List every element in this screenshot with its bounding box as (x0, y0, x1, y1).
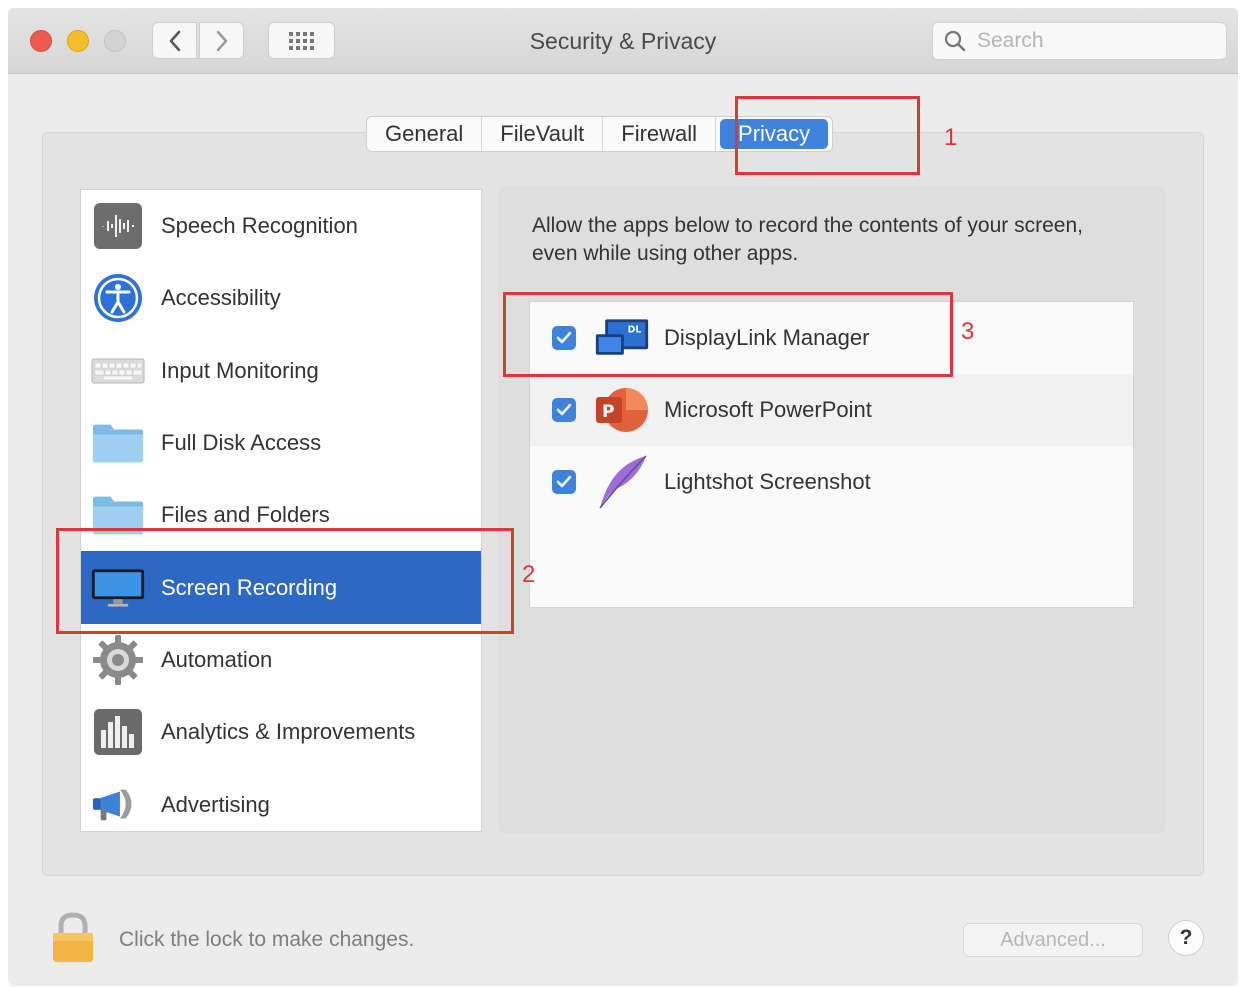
annotation-number-3: 3 (961, 318, 975, 345)
title-bar: Security & Privacy Search (8, 8, 1238, 74)
folder-icon (91, 416, 145, 470)
analytics-icon (91, 705, 145, 759)
tab-general[interactable]: General (367, 117, 483, 151)
annotation-box-privacy-tab (735, 96, 920, 175)
svg-text:P: P (602, 402, 614, 422)
search-placeholder: Search (977, 29, 1044, 52)
annotation-number-1: 1 (944, 124, 958, 151)
checkmark-icon (556, 475, 572, 488)
app-row-lightshot[interactable]: Lightshot Screenshot (530, 446, 1133, 518)
search-field[interactable]: Search (932, 22, 1227, 60)
lock-icon (53, 912, 93, 962)
sidebar-item-label: Advertising (161, 791, 270, 817)
sidebar-item-label: Files and Folders (161, 502, 330, 528)
accessibility-icon (91, 271, 145, 325)
sidebar-item-input-monitoring[interactable]: Input Monitoring (81, 335, 481, 407)
tab-firewall[interactable]: Firewall (603, 117, 717, 151)
security-privacy-window: Security & Privacy Search General FileVa… (8, 8, 1238, 986)
sidebar-item-accessibility[interactable]: Accessibility (81, 262, 481, 334)
privacy-category-list: Speech Recognition Accessibility Input M… (80, 189, 482, 832)
sidebar-item-label: Automation (161, 646, 273, 672)
permission-description: Allow the apps below to record the conte… (532, 214, 1083, 265)
lock-hint-text: Click the lock to make changes. (119, 928, 415, 951)
checkmark-icon (556, 403, 572, 416)
gear-icon (91, 633, 145, 687)
annotation-box-displaylink (503, 292, 953, 377)
sidebar-item-label: Input Monitoring (161, 357, 319, 383)
search-icon (944, 30, 966, 52)
help-button[interactable]: ? (1168, 920, 1204, 956)
sidebar-item-advertising[interactable]: Advertising (81, 768, 481, 831)
sidebar-item-label: Accessibility (161, 285, 281, 311)
megaphone-icon (91, 778, 145, 831)
keyboard-icon (91, 344, 145, 398)
sidebar-item-full-disk-access[interactable]: Full Disk Access (81, 407, 481, 479)
sidebar-item-label: Analytics & Improvements (161, 719, 416, 745)
feather-icon (594, 454, 650, 510)
sidebar-item-analytics[interactable]: Analytics & Improvements (81, 696, 481, 768)
sidebar-item-automation[interactable]: Automation (81, 624, 481, 696)
annotation-number-2: 2 (522, 561, 536, 588)
powerpoint-checkbox[interactable] (552, 398, 576, 422)
tab-filevault[interactable]: FileVault (482, 117, 604, 151)
sidebar-item-speech-recognition[interactable]: Speech Recognition (81, 190, 481, 262)
app-row-powerpoint[interactable]: P Microsoft PowerPoint (530, 374, 1133, 446)
advanced-button[interactable]: Advanced... (963, 923, 1143, 957)
lightshot-checkbox[interactable] (552, 470, 576, 494)
annotation-box-screen-recording (56, 528, 514, 634)
app-name: Lightshot Screenshot (664, 469, 871, 494)
lock-button[interactable] (50, 912, 96, 969)
app-name: Microsoft PowerPoint (664, 397, 872, 422)
speech-recognition-icon (91, 199, 145, 253)
sidebar-item-label: Speech Recognition (161, 213, 358, 239)
powerpoint-icon: P (594, 382, 650, 438)
sidebar-item-label: Full Disk Access (161, 430, 322, 456)
